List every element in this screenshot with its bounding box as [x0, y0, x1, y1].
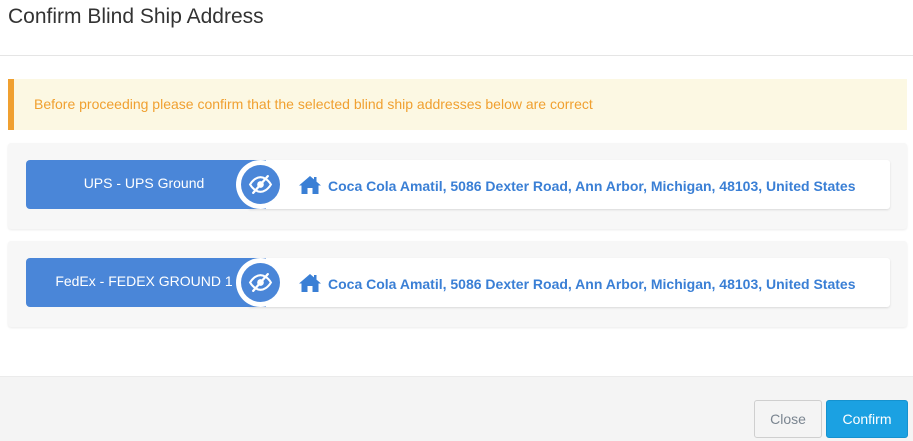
- modal-title: Confirm Blind Ship Address: [8, 5, 264, 28]
- modal-header: Confirm Blind Ship Address: [0, 0, 913, 56]
- carrier-label-pill: FedEx - FEDEX GROUND 1: [26, 258, 266, 307]
- warning-alert: Before proceeding please confirm that th…: [8, 79, 907, 130]
- carrier-name: FedEx - FEDEX GROUND 1: [55, 273, 233, 289]
- carrier-name: UPS - UPS Ground: [83, 175, 205, 191]
- shipping-address: Coca Cola Amatil, 5086 Dexter Road, Ann …: [328, 178, 856, 194]
- confirm-button[interactable]: Confirm: [826, 400, 908, 438]
- close-button[interactable]: Close: [754, 400, 822, 438]
- eye-slash-icon[interactable]: [236, 258, 285, 307]
- eye-slash-icon[interactable]: [236, 160, 285, 209]
- carrier-label-pill: UPS - UPS Ground: [26, 160, 266, 209]
- modal-footer: Close Confirm: [0, 376, 913, 441]
- shipping-address: Coca Cola Amatil, 5086 Dexter Road, Ann …: [328, 276, 856, 292]
- home-icon: [299, 176, 321, 194]
- shipment-card: UPS - UPS Ground Coca Cola Amatil, 5086 …: [8, 143, 907, 229]
- alert-message: Before proceeding please confirm that th…: [34, 96, 593, 112]
- home-icon: [299, 274, 321, 292]
- blind-ship-confirm-modal: Confirm Blind Ship Address Before procee…: [0, 0, 913, 441]
- shipment-card: FedEx - FEDEX GROUND 1 Coca Cola Amatil,…: [8, 241, 907, 327]
